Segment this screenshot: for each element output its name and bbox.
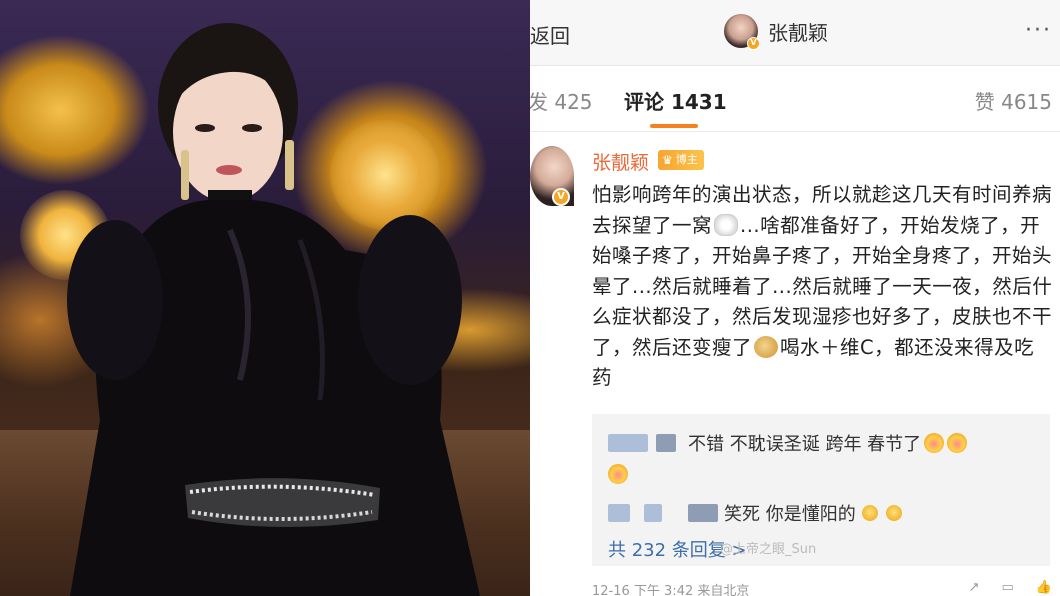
reply-item-continuation: [608, 464, 628, 488]
sheep-emoji-icon: [714, 213, 739, 236]
blurred-username: [688, 504, 718, 522]
doge-emoji-icon: [754, 335, 779, 358]
active-tab-indicator: [650, 124, 698, 128]
avatar[interactable]: V: [724, 14, 760, 50]
share-icon[interactable]: ↗: [969, 580, 980, 596]
tab-comments[interactable]: 评论 1431: [624, 86, 727, 115]
tab-repost[interactable]: 转发 425: [530, 86, 593, 115]
verified-icon: V: [747, 37, 760, 50]
reply-item[interactable]: 笑死 你是懂阳的: [608, 500, 902, 526]
comment-meta: 12-16 下午 3:42 来自北京: [592, 584, 750, 596]
grin-emoji-icon: [861, 505, 878, 521]
blurred-username: [656, 434, 676, 452]
replies-box: 不错 不耽误圣诞 跨年 春节了 笑死 你是懂阳的 共 232 条回复 > @上帝…: [592, 414, 1050, 566]
shocked-emoji-icon: [924, 433, 945, 453]
back-button[interactable]: 返回: [530, 20, 570, 49]
comment-footer: 12-16 下午 3:42 来自北京 ↗ ▭ 👍: [592, 580, 1052, 596]
watermark: @上帝之眼_Sun: [720, 542, 817, 557]
blurred-username: [644, 504, 662, 522]
weibo-comment-panel: 返回 V 张靓颖 ··· 转发 425 评论 1431 赞 4615 V 张靓颖…: [530, 0, 1060, 596]
grin-emoji-icon: [885, 505, 902, 521]
comment-author[interactable]: 张靓颖: [592, 148, 649, 175]
photo-left: [0, 0, 530, 596]
shocked-emoji-icon: [608, 464, 628, 484]
top-bar: 返回 V 张靓颖 ···: [530, 0, 1060, 66]
shocked-emoji-icon: [947, 433, 968, 453]
more-options-icon[interactable]: ···: [1025, 18, 1052, 43]
comment-icon[interactable]: ▭: [1002, 580, 1014, 596]
blurred-username: [608, 434, 648, 452]
header-user-name[interactable]: 张靓颖: [768, 17, 828, 46]
tab-bar: 转发 425 评论 1431 赞 4615: [530, 66, 1060, 132]
comment-text: 怕影响跨年的演出状态，所以就趁这几天有时间养病去探望了一窝 ...啥都准备好了，开…: [592, 180, 1054, 394]
owner-badge-label: 博主: [675, 153, 698, 166]
header-user[interactable]: V 张靓颖: [724, 14, 828, 50]
tab-likes[interactable]: 赞 4615: [975, 86, 1052, 115]
reply-text: 笑死 你是懂阳的: [724, 504, 856, 525]
blurred-username: [608, 504, 630, 522]
person-figure: [67, 23, 480, 596]
reply-text: 不错 不耽误圣诞 跨年 春节了: [688, 434, 922, 455]
like-icon[interactable]: 👍: [1036, 580, 1052, 596]
verified-icon: V: [552, 188, 570, 206]
reply-item[interactable]: 不错 不耽误圣诞 跨年 春节了: [608, 430, 968, 456]
owner-badge: ♛ 博主: [658, 150, 704, 170]
crown-icon: ♛: [662, 153, 673, 167]
